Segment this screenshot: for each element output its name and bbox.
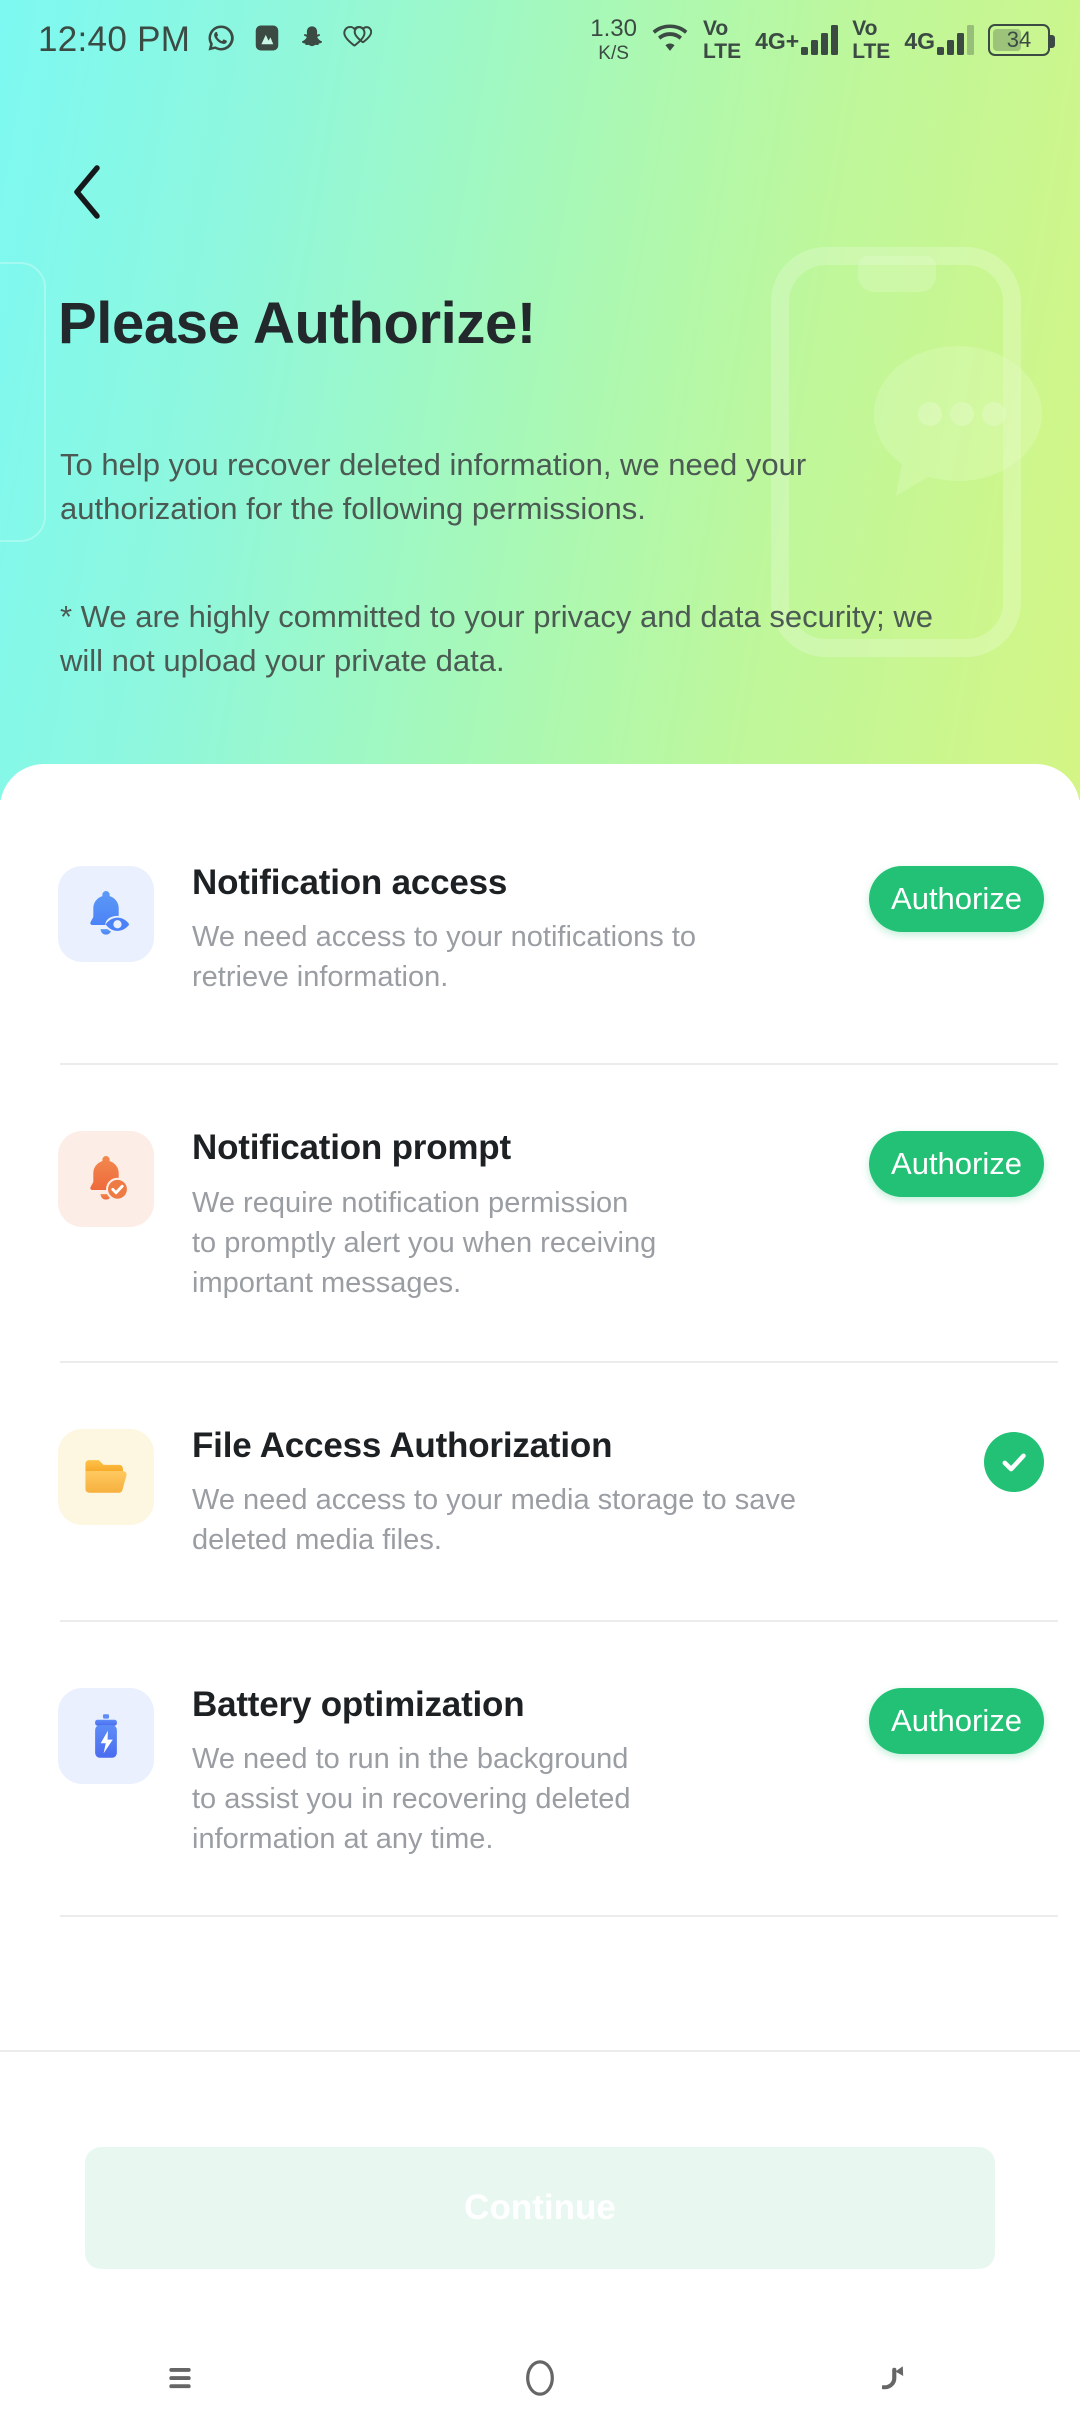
continue-button[interactable]: Continue (85, 2147, 995, 2269)
health-icon (342, 24, 373, 57)
permission-title: Battery optimization (192, 1685, 525, 1724)
wifi-icon (651, 23, 689, 58)
permission-text: Notification access We need access to yo… (154, 862, 844, 997)
permission-title: Notification prompt (192, 1128, 511, 1168)
header-privacy-note: * We are highly committed to your privac… (60, 599, 933, 679)
network-speed-unit: K/S (598, 43, 629, 64)
permission-action: Authorize (844, 1127, 1044, 1198)
back-button[interactable] (46, 152, 126, 232)
status-bar-right: 1.30 K/S Vo LTE 4G+ Vo LTE 4G 34 (590, 15, 1055, 64)
authorize-button-notification-prompt[interactable]: Authorize (869, 1131, 1044, 1198)
snapchat-icon (298, 23, 326, 58)
status-bar: 12:40 PM 1.30 K/S Vo LTE 4G+ Vo LTE 4G 3… (0, 0, 1080, 80)
permission-action: Authorize (844, 862, 1044, 932)
permission-action (844, 1425, 1044, 1492)
sim1-network-label: 4G+ (755, 28, 800, 54)
sim1-volte-line1: Vo (702, 17, 729, 40)
nav-recents-button[interactable] (110, 2320, 250, 2436)
permission-description: We need to run in the background to assi… (192, 1743, 631, 1856)
battery-percent-label: 34 (1006, 27, 1032, 52)
permission-text: Battery optimization We need to run in t… (154, 1684, 844, 1859)
granted-check-icon-file-access-authorization (984, 1431, 1044, 1492)
app-screen: 12:40 PM 1.30 K/S Vo LTE 4G+ Vo LTE 4G 3… (0, 0, 1080, 2436)
network-speed-value: 1.30 (590, 15, 637, 42)
permission-row-notification-prompt[interactable]: Notification prompt We require notificat… (0, 1127, 1080, 1302)
folder-icon (77, 1448, 135, 1506)
permission-title: File Access Authorization (192, 1425, 613, 1465)
bell-eye-icon (77, 885, 135, 943)
permissions-list: Notification access We need access to yo… (0, 862, 1080, 1918)
authorize-button-notification-access[interactable]: Authorize (869, 866, 1044, 932)
row-divider (60, 1360, 1058, 1363)
permission-row-notification-access[interactable]: Notification access We need access to yo… (0, 862, 1080, 997)
row-divider (60, 1620, 1058, 1622)
header-left-decoration (0, 262, 46, 542)
sim1-volte-line2: LTE (702, 40, 742, 63)
sim2-network-label: 4G (904, 28, 935, 54)
status-bar-clock: 12:40 PM (38, 20, 191, 59)
row-divider (60, 1915, 1058, 1918)
home-circle-icon (523, 2358, 557, 2398)
permission-description: We require notification permission to pr… (192, 1186, 657, 1299)
system-navigation-bar (0, 2320, 1080, 2436)
sim2-volte-line1: Vo (852, 17, 878, 40)
battery-bolt-icon (77, 1707, 135, 1765)
permission-icon-tile (58, 866, 154, 962)
sim1-volte-indicator: Vo LTE (703, 18, 741, 62)
bell-check-icon (77, 1150, 135, 1208)
permission-description: We need access to your notifications to … (192, 921, 697, 994)
permission-row-battery-optimization[interactable]: Battery optimization We need to run in t… (0, 1684, 1080, 1859)
row-divider (60, 1063, 1058, 1066)
sim1-signal-bars-icon (801, 25, 839, 55)
sim2-volte-line2: LTE (852, 40, 891, 63)
permission-icon-tile (58, 1131, 154, 1228)
footer-divider (0, 2050, 1080, 2052)
permission-icon-tile (58, 1688, 154, 1784)
chevron-left-icon (69, 164, 103, 220)
header-description: To help you recover deleted information,… (60, 447, 807, 527)
menu-icon (164, 2362, 196, 2394)
nav-home-button[interactable] (470, 2320, 610, 2436)
permission-title: Notification access (192, 863, 508, 902)
nav-back-button[interactable] (830, 2320, 970, 2436)
sim2-volte-indicator: Vo LTE (852, 18, 890, 62)
gradient-header: 12:40 PM 1.30 K/S Vo LTE 4G+ Vo LTE 4G 3… (0, 0, 1080, 800)
battery-icon: 34 (988, 24, 1055, 56)
permission-action: Authorize (844, 1684, 1044, 1754)
authorize-button-battery-optimization[interactable]: Authorize (869, 1688, 1044, 1754)
status-bar-left: 12:40 PM (38, 20, 373, 60)
permission-icon-tile (58, 1428, 154, 1525)
permission-row-file-access-authorization[interactable]: File Access Authorization We need access… (0, 1425, 1080, 1560)
footer-actions: Continue (0, 2147, 1080, 2269)
permission-text: File Access Authorization We need access… (154, 1425, 844, 1560)
permission-text: Notification prompt We require notificat… (154, 1127, 844, 1302)
page-title: Please Authorize! (58, 291, 536, 356)
sim2-signal-indicator: 4G (904, 25, 974, 55)
whatsapp-icon (206, 23, 236, 58)
network-speed-indicator: 1.30 K/S (590, 15, 637, 64)
sim2-signal-bars-icon (937, 25, 974, 55)
permission-description: We need access to your media storage to … (192, 1483, 796, 1556)
back-arrow-icon (882, 2360, 918, 2396)
gallery-icon (252, 23, 282, 58)
sim1-signal-indicator: 4G+ (755, 25, 839, 55)
